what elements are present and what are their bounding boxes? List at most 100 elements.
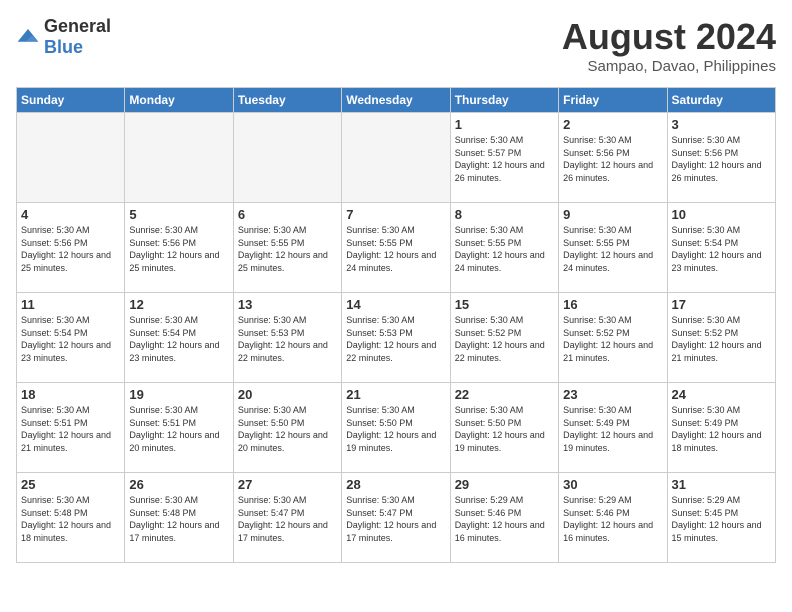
column-header-saturday: Saturday <box>667 88 775 113</box>
calendar-cell: 27 Sunrise: 5:30 AMSunset: 5:47 PMDaylig… <box>233 473 341 563</box>
column-header-tuesday: Tuesday <box>233 88 341 113</box>
column-header-wednesday: Wednesday <box>342 88 450 113</box>
day-number: 31 <box>672 477 771 492</box>
calendar-cell: 28 Sunrise: 5:30 AMSunset: 5:47 PMDaylig… <box>342 473 450 563</box>
day-number: 6 <box>238 207 337 222</box>
calendar-cell: 3 Sunrise: 5:30 AMSunset: 5:56 PMDayligh… <box>667 113 775 203</box>
calendar-cell: 12 Sunrise: 5:30 AMSunset: 5:54 PMDaylig… <box>125 293 233 383</box>
calendar-cell: 14 Sunrise: 5:30 AMSunset: 5:53 PMDaylig… <box>342 293 450 383</box>
calendar-cell: 13 Sunrise: 5:30 AMSunset: 5:53 PMDaylig… <box>233 293 341 383</box>
day-number: 2 <box>563 117 662 132</box>
calendar-cell: 29 Sunrise: 5:29 AMSunset: 5:46 PMDaylig… <box>450 473 558 563</box>
day-info: Sunrise: 5:30 AMSunset: 5:53 PMDaylight:… <box>346 314 445 364</box>
calendar-cell <box>233 113 341 203</box>
calendar-cell: 22 Sunrise: 5:30 AMSunset: 5:50 PMDaylig… <box>450 383 558 473</box>
day-info: Sunrise: 5:30 AMSunset: 5:53 PMDaylight:… <box>238 314 337 364</box>
day-info: Sunrise: 5:30 AMSunset: 5:51 PMDaylight:… <box>21 404 120 454</box>
day-info: Sunrise: 5:30 AMSunset: 5:49 PMDaylight:… <box>672 404 771 454</box>
calendar-cell <box>125 113 233 203</box>
day-info: Sunrise: 5:30 AMSunset: 5:50 PMDaylight:… <box>238 404 337 454</box>
day-number: 23 <box>563 387 662 402</box>
day-info: Sunrise: 5:30 AMSunset: 5:56 PMDaylight:… <box>21 224 120 274</box>
day-number: 21 <box>346 387 445 402</box>
day-info: Sunrise: 5:30 AMSunset: 5:49 PMDaylight:… <box>563 404 662 454</box>
day-number: 28 <box>346 477 445 492</box>
day-info: Sunrise: 5:30 AMSunset: 5:57 PMDaylight:… <box>455 134 554 184</box>
calendar-week-2: 4 Sunrise: 5:30 AMSunset: 5:56 PMDayligh… <box>17 203 776 293</box>
day-info: Sunrise: 5:30 AMSunset: 5:52 PMDaylight:… <box>563 314 662 364</box>
day-info: Sunrise: 5:30 AMSunset: 5:48 PMDaylight:… <box>21 494 120 544</box>
day-info: Sunrise: 5:30 AMSunset: 5:54 PMDaylight:… <box>129 314 228 364</box>
day-info: Sunrise: 5:30 AMSunset: 5:55 PMDaylight:… <box>238 224 337 274</box>
location: Sampao, Davao, Philippines <box>562 58 776 75</box>
page-header: General Blue August 2024 Sampao, Davao, … <box>16 16 776 75</box>
day-number: 26 <box>129 477 228 492</box>
calendar-week-4: 18 Sunrise: 5:30 AMSunset: 5:51 PMDaylig… <box>17 383 776 473</box>
calendar-table: SundayMondayTuesdayWednesdayThursdayFrid… <box>16 87 776 563</box>
calendar-cell: 6 Sunrise: 5:30 AMSunset: 5:55 PMDayligh… <box>233 203 341 293</box>
calendar-week-1: 1 Sunrise: 5:30 AMSunset: 5:57 PMDayligh… <box>17 113 776 203</box>
day-info: Sunrise: 5:30 AMSunset: 5:54 PMDaylight:… <box>672 224 771 274</box>
day-info: Sunrise: 5:30 AMSunset: 5:54 PMDaylight:… <box>21 314 120 364</box>
column-header-monday: Monday <box>125 88 233 113</box>
calendar-cell: 1 Sunrise: 5:30 AMSunset: 5:57 PMDayligh… <box>450 113 558 203</box>
logo-blue: Blue <box>44 37 83 57</box>
logo: General Blue <box>16 16 111 58</box>
day-number: 13 <box>238 297 337 312</box>
day-number: 4 <box>21 207 120 222</box>
day-number: 30 <box>563 477 662 492</box>
calendar-cell: 25 Sunrise: 5:30 AMSunset: 5:48 PMDaylig… <box>17 473 125 563</box>
calendar-cell: 8 Sunrise: 5:30 AMSunset: 5:55 PMDayligh… <box>450 203 558 293</box>
day-info: Sunrise: 5:30 AMSunset: 5:56 PMDaylight:… <box>672 134 771 184</box>
day-info: Sunrise: 5:30 AMSunset: 5:51 PMDaylight:… <box>129 404 228 454</box>
calendar-header-row: SundayMondayTuesdayWednesdayThursdayFrid… <box>17 88 776 113</box>
calendar-cell: 15 Sunrise: 5:30 AMSunset: 5:52 PMDaylig… <box>450 293 558 383</box>
calendar-cell: 23 Sunrise: 5:30 AMSunset: 5:49 PMDaylig… <box>559 383 667 473</box>
day-number: 25 <box>21 477 120 492</box>
day-info: Sunrise: 5:30 AMSunset: 5:52 PMDaylight:… <box>455 314 554 364</box>
day-info: Sunrise: 5:29 AMSunset: 5:45 PMDaylight:… <box>672 494 771 544</box>
day-number: 5 <box>129 207 228 222</box>
calendar-week-3: 11 Sunrise: 5:30 AMSunset: 5:54 PMDaylig… <box>17 293 776 383</box>
day-info: Sunrise: 5:30 AMSunset: 5:55 PMDaylight:… <box>455 224 554 274</box>
day-info: Sunrise: 5:30 AMSunset: 5:48 PMDaylight:… <box>129 494 228 544</box>
day-info: Sunrise: 5:30 AMSunset: 5:47 PMDaylight:… <box>346 494 445 544</box>
day-number: 1 <box>455 117 554 132</box>
calendar-cell: 20 Sunrise: 5:30 AMSunset: 5:50 PMDaylig… <box>233 383 341 473</box>
day-number: 7 <box>346 207 445 222</box>
day-number: 20 <box>238 387 337 402</box>
calendar-cell: 21 Sunrise: 5:30 AMSunset: 5:50 PMDaylig… <box>342 383 450 473</box>
calendar-cell: 24 Sunrise: 5:30 AMSunset: 5:49 PMDaylig… <box>667 383 775 473</box>
logo-text: General Blue <box>44 16 111 58</box>
title-block: August 2024 Sampao, Davao, Philippines <box>562 16 776 75</box>
day-number: 10 <box>672 207 771 222</box>
day-number: 24 <box>672 387 771 402</box>
day-number: 9 <box>563 207 662 222</box>
day-number: 17 <box>672 297 771 312</box>
column-header-friday: Friday <box>559 88 667 113</box>
logo-icon <box>16 27 40 47</box>
day-number: 12 <box>129 297 228 312</box>
day-number: 22 <box>455 387 554 402</box>
day-info: Sunrise: 5:30 AMSunset: 5:55 PMDaylight:… <box>563 224 662 274</box>
day-info: Sunrise: 5:30 AMSunset: 5:50 PMDaylight:… <box>455 404 554 454</box>
calendar-cell: 7 Sunrise: 5:30 AMSunset: 5:55 PMDayligh… <box>342 203 450 293</box>
day-info: Sunrise: 5:29 AMSunset: 5:46 PMDaylight:… <box>455 494 554 544</box>
day-number: 14 <box>346 297 445 312</box>
day-number: 18 <box>21 387 120 402</box>
day-info: Sunrise: 5:30 AMSunset: 5:56 PMDaylight:… <box>129 224 228 274</box>
calendar-cell: 19 Sunrise: 5:30 AMSunset: 5:51 PMDaylig… <box>125 383 233 473</box>
day-info: Sunrise: 5:30 AMSunset: 5:55 PMDaylight:… <box>346 224 445 274</box>
calendar-cell: 5 Sunrise: 5:30 AMSunset: 5:56 PMDayligh… <box>125 203 233 293</box>
calendar-cell: 10 Sunrise: 5:30 AMSunset: 5:54 PMDaylig… <box>667 203 775 293</box>
calendar-cell: 4 Sunrise: 5:30 AMSunset: 5:56 PMDayligh… <box>17 203 125 293</box>
column-header-sunday: Sunday <box>17 88 125 113</box>
day-number: 27 <box>238 477 337 492</box>
day-number: 11 <box>21 297 120 312</box>
day-number: 19 <box>129 387 228 402</box>
calendar-cell: 16 Sunrise: 5:30 AMSunset: 5:52 PMDaylig… <box>559 293 667 383</box>
day-info: Sunrise: 5:30 AMSunset: 5:56 PMDaylight:… <box>563 134 662 184</box>
day-info: Sunrise: 5:30 AMSunset: 5:47 PMDaylight:… <box>238 494 337 544</box>
calendar-cell <box>17 113 125 203</box>
calendar-cell: 30 Sunrise: 5:29 AMSunset: 5:46 PMDaylig… <box>559 473 667 563</box>
